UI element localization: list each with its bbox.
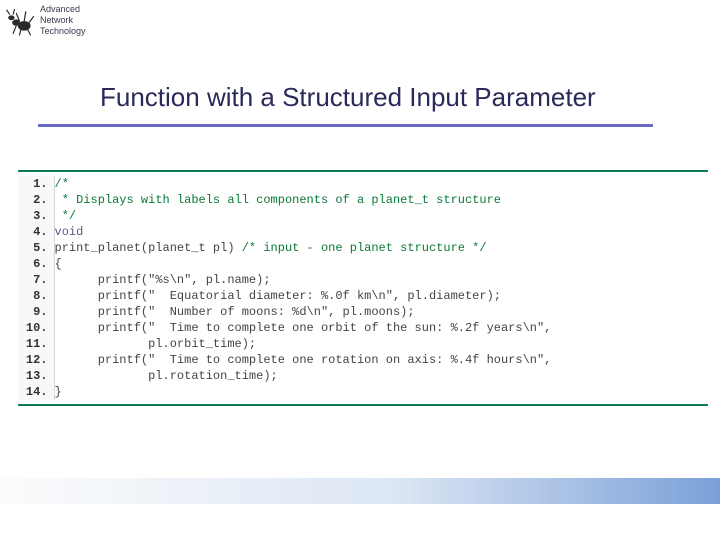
code-comment: * Displays with labels all components of… [55,193,501,207]
code-line: printf(" Equatorial diameter: %.0f km\n"… [55,289,501,303]
line-numbers-text: 1. 2. 3. 4. 5. 6. 7. 8. 9. 10. 11. 12. 1… [18,176,54,400]
ant-icon [4,5,38,37]
code-brace: { [55,257,62,271]
code-func-sig: print_planet(planet_t pl) [55,241,242,255]
logo-line3: Technology [40,26,86,37]
code-comment: /* [55,177,69,191]
code-top-rule [18,170,708,172]
code-line: printf(" Number of moons: %d\n", pl.moon… [55,305,415,319]
code-comment: */ [55,209,77,223]
title-underline [38,124,653,127]
slide-title: Function with a Structured Input Paramet… [100,82,596,113]
code-text: /* * Displays with labels all components… [55,176,709,400]
code-table: 1. 2. 3. 4. 5. 6. 7. 8. 9. 10. 11. 12. 1… [18,176,708,400]
code-line: printf(" Time to complete one orbit of t… [55,321,552,335]
code-body: /* * Displays with labels all components… [54,176,708,400]
logo-line1: Advanced [40,4,86,15]
logo-text-block: Advanced Network Technology [40,4,86,37]
footer-gradient [0,478,720,504]
logo: Advanced Network Technology [4,4,86,37]
code-bottom-rule [18,404,708,406]
logo-line2: Network [40,15,86,26]
code-line: printf(" Time to complete one rotation o… [55,353,552,367]
line-numbers: 1. 2. 3. 4. 5. 6. 7. 8. 9. 10. 11. 12. 1… [18,176,54,400]
code-line: pl.rotation_time); [55,369,278,383]
code-keyword-void: void [55,225,84,239]
code-comment: /* input - one planet structure */ [242,241,487,255]
code-listing: 1. 2. 3. 4. 5. 6. 7. 8. 9. 10. 11. 12. 1… [18,170,708,406]
code-brace: } [55,385,62,399]
code-line: pl.orbit_time); [55,337,257,351]
code-line: printf("%s\n", pl.name); [55,273,271,287]
